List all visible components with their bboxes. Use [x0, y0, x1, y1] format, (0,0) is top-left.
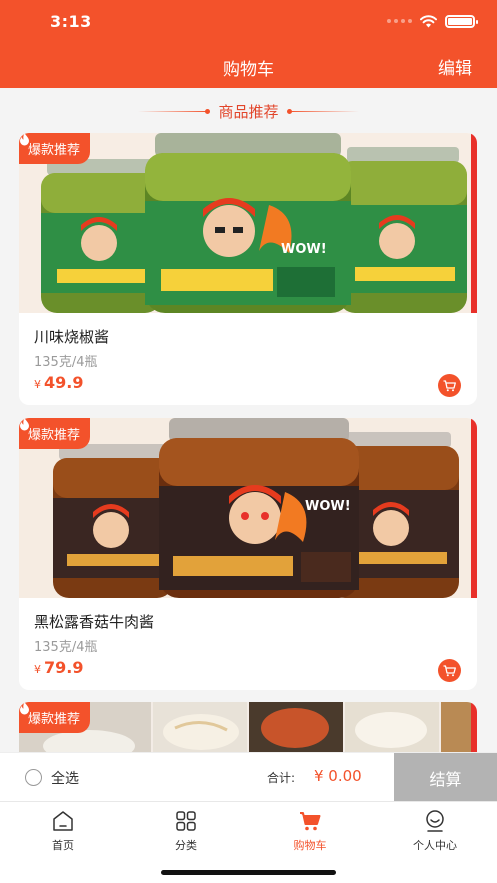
product-spec: 135克/4瓶: [34, 640, 98, 655]
product-price: ¥79.9: [34, 658, 83, 677]
hot-badge: 爆款推荐: [19, 702, 91, 733]
tab-label: 购物车: [293, 839, 327, 852]
hot-badge: 爆款推荐: [19, 133, 91, 164]
header-bar: 3:13 购物车 编辑: [0, 0, 497, 88]
flame-icon: [20, 702, 29, 715]
total-label: 合计:: [267, 771, 296, 785]
home-icon: [53, 811, 73, 831]
currency-symbol: ¥: [34, 378, 41, 391]
tab-category[interactable]: 分类: [146, 809, 226, 859]
product-card[interactable]: WOW! 爆款推荐 川味烧椒酱 135克/4瓶 ¥49.9: [19, 133, 477, 405]
section-title: 商品推荐: [218, 102, 279, 121]
hot-badge-label: 爆款推荐: [28, 143, 81, 158]
price-value: 79.9: [44, 658, 84, 677]
status-icons: [387, 14, 478, 28]
tab-home[interactable]: 首页: [23, 809, 103, 859]
cart-icon: [443, 664, 456, 676]
price-value: 49.9: [44, 373, 84, 392]
product-name[interactable]: 川味烧椒酱: [34, 326, 109, 347]
settle-button[interactable]: 结算: [394, 753, 497, 802]
product-image[interactable]: 爆款推荐: [19, 702, 477, 754]
page-title: 购物车: [223, 60, 274, 80]
recommend-heading: 商品推荐: [0, 100, 497, 122]
product-card[interactable]: 爆款推荐: [19, 702, 477, 754]
product-card[interactable]: WOW! 爆款推荐 黑松露香菇牛肉酱 135克/4瓶 ¥79.9: [19, 418, 477, 690]
select-all-radio[interactable]: [25, 769, 42, 786]
svg-text:WOW!: WOW!: [281, 242, 327, 257]
product-image[interactable]: WOW! 爆款推荐: [19, 418, 477, 598]
battery-icon: [445, 14, 478, 28]
add-to-cart-button[interactable]: [438, 659, 461, 682]
tab-label: 分类: [175, 839, 197, 852]
wifi-icon: [420, 14, 437, 27]
hot-badge-label: 爆款推荐: [28, 428, 81, 443]
signal-icon: [387, 19, 412, 23]
product-spec: 135克/4瓶: [34, 355, 98, 370]
grid-icon: [176, 811, 196, 831]
cart-icon: [443, 379, 456, 391]
tab-profile[interactable]: 个人中心: [395, 809, 475, 859]
svg-text:WOW!: WOW!: [305, 499, 351, 514]
flame-icon: [20, 418, 29, 431]
divider-left: [138, 108, 211, 114]
flame-icon: [20, 133, 29, 146]
divider-right: [286, 108, 359, 114]
hot-badge-label: 爆款推荐: [28, 712, 81, 727]
user-icon: [426, 810, 444, 832]
home-indicator: [161, 870, 336, 875]
total-value: ¥ 0.00: [314, 767, 362, 785]
edit-button[interactable]: 编辑: [438, 54, 472, 79]
checkout-bar: 全选 合计: ¥ 0.00 结算: [0, 752, 497, 802]
tab-label: 首页: [52, 839, 74, 852]
product-price: ¥49.9: [34, 373, 83, 392]
select-all-label: 全选: [51, 770, 79, 787]
cart-icon: [300, 812, 321, 831]
status-time: 3:13: [50, 12, 92, 31]
currency-symbol: ¥: [34, 663, 41, 676]
product-image[interactable]: WOW! 爆款推荐: [19, 133, 477, 313]
tab-label: 个人中心: [413, 839, 457, 852]
select-all-toggle[interactable]: 全选: [25, 753, 79, 802]
hot-badge: 爆款推荐: [19, 418, 91, 449]
tab-cart[interactable]: 购物车: [270, 809, 350, 859]
add-to-cart-button[interactable]: [438, 374, 461, 397]
product-name[interactable]: 黑松露香菇牛肉酱: [34, 611, 154, 632]
